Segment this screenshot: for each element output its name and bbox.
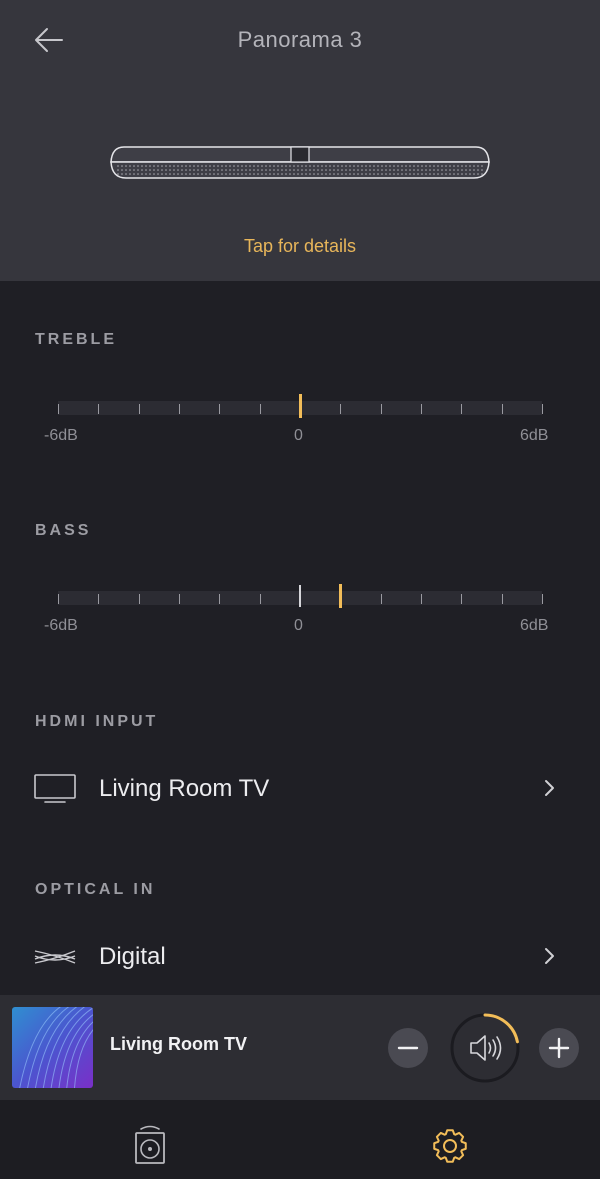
slider-tick — [259, 404, 261, 414]
volume-down-button[interactable] — [388, 1028, 428, 1068]
optical-in-value: Digital — [99, 943, 166, 970]
slider-center-label: 0 — [294, 427, 303, 444]
device-header: Panorama 3 Tap for details — [0, 0, 600, 281]
slider-tick — [219, 594, 221, 604]
slider-tick — [542, 404, 543, 414]
slider-tick — [259, 594, 261, 604]
slider-center-label: 0 — [294, 617, 303, 634]
slider-tick — [380, 404, 382, 414]
now-playing-title: Living Room TV — [110, 1034, 247, 1054]
minus-icon — [397, 1046, 419, 1050]
slider-tick — [98, 594, 100, 604]
slider-tick — [461, 404, 463, 414]
slider-tick — [421, 594, 422, 604]
bass-slider[interactable]: -6dB 0 6dB — [44, 571, 564, 651]
slider-tick — [501, 404, 503, 414]
hdmi-input-value: Living Room TV — [99, 775, 270, 802]
speaker-icon — [470, 1035, 502, 1061]
settings-gear-icon — [433, 1129, 467, 1163]
page-title: Panorama 3 — [237, 27, 363, 52]
speaker-icon — [135, 1125, 165, 1164]
slider-center-mark — [299, 585, 301, 607]
slider-tick — [380, 594, 382, 604]
slider-tick — [501, 594, 503, 604]
slider-thumb[interactable] — [298, 394, 302, 418]
hdmi-input-label: HDMI INPUT — [35, 713, 159, 730]
chevron-right-icon — [545, 780, 554, 796]
slider-min-label: -6dB — [44, 427, 78, 444]
album-art[interactable] — [12, 1007, 93, 1088]
treble-slider[interactable]: -6dB 0 6dB — [44, 381, 564, 461]
slider-tick — [179, 594, 180, 604]
slider-tick — [219, 404, 221, 414]
optical-cable-icon — [34, 950, 76, 964]
slider-tick — [58, 594, 59, 604]
optical-in-label: OPTICAL IN — [35, 881, 156, 898]
slider-tick — [340, 404, 342, 414]
soundbar-image[interactable] — [108, 140, 492, 184]
hdmi-input-row[interactable]: Living Room TV — [0, 756, 600, 820]
tab-settings[interactable] — [428, 1122, 468, 1166]
bottom-tab-bar — [0, 1100, 600, 1179]
optical-in-row[interactable]: Digital — [0, 924, 600, 988]
slider-tick — [138, 594, 140, 604]
tab-speaker[interactable] — [130, 1122, 170, 1166]
slider-tick — [461, 594, 463, 604]
slider-max-label: 6dB — [520, 617, 549, 634]
now-playing-bar[interactable]: Living Room TV — [0, 995, 600, 1100]
slider-thumb[interactable] — [338, 584, 342, 608]
volume-dial[interactable] — [450, 1013, 520, 1083]
plus-icon — [548, 1037, 570, 1059]
bass-label: BASS — [35, 522, 92, 539]
volume-up-button[interactable] — [539, 1028, 579, 1068]
slider-tick — [58, 404, 59, 414]
slider-min-label: -6dB — [44, 617, 78, 634]
slider-tick — [179, 404, 180, 414]
slider-tick — [421, 404, 422, 414]
slider-tick — [138, 404, 140, 414]
slider-tick — [98, 404, 100, 414]
chevron-right-icon — [545, 948, 554, 964]
slider-max-label: 6dB — [520, 427, 549, 444]
tv-icon — [34, 774, 76, 803]
treble-label: TREBLE — [35, 331, 117, 348]
volume-level-arc — [483, 1013, 519, 1044]
slider-tick — [542, 594, 543, 604]
tap-for-details-link[interactable]: Tap for details — [0, 236, 600, 257]
